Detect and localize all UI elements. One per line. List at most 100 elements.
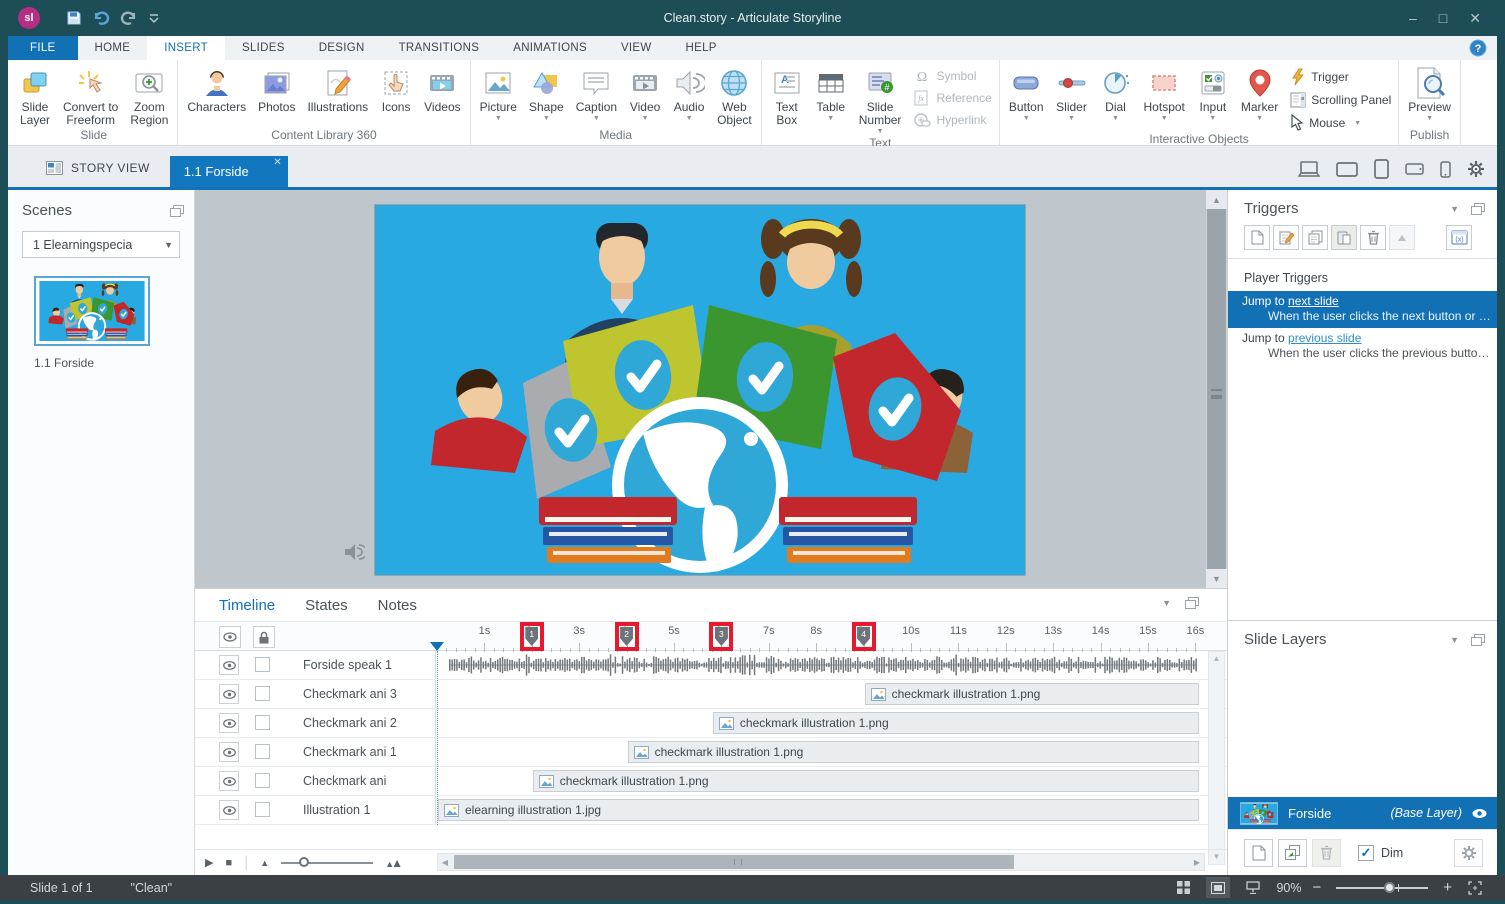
ribbon-button-picture[interactable]: Picture▼ — [474, 62, 523, 122]
ribbon-button-hotspot[interactable]: Hotspot▼ — [1138, 62, 1191, 122]
delete-layer-button[interactable] — [1312, 839, 1341, 867]
timeline-tab-states[interactable]: States — [305, 597, 348, 614]
menu-tab-slides[interactable]: SLIDES — [225, 36, 302, 60]
timeline-tab-timeline[interactable]: Timeline — [219, 597, 275, 614]
fit-to-window-icon[interactable] — [1463, 877, 1487, 898]
timeline-ruler[interactable]: 1s2s3s4s5s6s7s8s9s10s11s12s13s14s15s16s1… — [437, 622, 1205, 652]
maximize-button[interactable]: □ — [1439, 10, 1447, 27]
row-lock-checkbox[interactable] — [255, 773, 270, 788]
ribbon-button-audio[interactable]: Audio▼ — [667, 62, 711, 122]
show-hide-all-button[interactable] — [219, 626, 241, 648]
base-layer-row[interactable]: Forside (Base Layer) — [1228, 797, 1497, 829]
scroll-up-icon[interactable]: ▲ — [1206, 190, 1227, 209]
zoom-slider-knob[interactable] — [1384, 882, 1395, 893]
ribbon-button-mouse[interactable]: Mouse▼ — [1290, 114, 1391, 131]
row-visibility-eye-icon[interactable] — [219, 742, 239, 762]
timeline-object-bar[interactable]: checkmark illustration 1.png — [533, 770, 1199, 792]
ribbon-button-marker[interactable]: Marker▼ — [1235, 62, 1284, 122]
trigger-target-link[interactable]: previous slide — [1288, 331, 1361, 345]
row-visibility-eye-icon[interactable] — [219, 800, 239, 820]
playhead-marker[interactable] — [430, 642, 444, 651]
menu-tab-design[interactable]: DESIGN — [302, 36, 382, 60]
ribbon-button-convert-to-freeform[interactable]: Convert to Freeform — [57, 62, 124, 127]
ribbon-button-scrolling-panel[interactable]: Scrolling Panel — [1290, 92, 1391, 108]
panel-undock-icon[interactable] — [1471, 203, 1485, 215]
presenter-view-icon[interactable] — [1241, 877, 1265, 898]
panel-undock-icon[interactable] — [170, 205, 184, 217]
menu-tab-transitions[interactable]: TRANSITIONS — [382, 36, 497, 60]
timeline-object-bar[interactable]: elearning illustration 1.jpg — [438, 799, 1199, 821]
slide-canvas[interactable] — [375, 205, 1025, 575]
duplicate-layer-button[interactable] — [1278, 839, 1307, 867]
row-lock-checkbox[interactable] — [255, 657, 270, 672]
customize-quick-access-icon[interactable] — [148, 12, 160, 24]
row-visibility-eye-icon[interactable] — [219, 771, 239, 791]
ribbon-button-icons[interactable]: Icons — [374, 62, 418, 114]
layer-visibility-eye-icon[interactable] — [1472, 808, 1487, 819]
row-lock-checkbox[interactable] — [255, 686, 270, 701]
timeline-object-bar[interactable]: checkmark illustration 1.png — [865, 683, 1199, 705]
triggers-collapse-icon[interactable]: ▼ — [1450, 204, 1459, 214]
ribbon-button-videos[interactable]: Videos — [418, 62, 466, 114]
player-settings-gear-icon[interactable] — [1467, 160, 1485, 178]
menu-tab-help[interactable]: HELP — [669, 36, 734, 60]
row-visibility-eye-icon[interactable] — [219, 655, 239, 675]
save-icon[interactable] — [66, 10, 82, 26]
ribbon-button-characters[interactable]: Characters — [181, 62, 252, 114]
menu-tab-view[interactable]: VIEW — [604, 36, 669, 60]
row-lock-checkbox[interactable] — [255, 715, 270, 730]
timeline-object-bar[interactable]: checkmark illustration 1.png — [713, 712, 1199, 734]
tab-close-icon[interactable]: ✕ — [273, 157, 281, 168]
scroll-right-icon[interactable]: ▶ — [1190, 858, 1204, 867]
scene-selector-dropdown[interactable]: 1 Elearningspecia ▼ — [22, 231, 180, 258]
lock-all-button[interactable] — [253, 626, 275, 648]
row-lock-checkbox[interactable] — [255, 744, 270, 759]
new-layer-button[interactable] — [1244, 839, 1273, 867]
timeline-object-bar[interactable]: checkmark illustration 1.png — [628, 741, 1199, 763]
variables-button[interactable]: (x) — [1446, 225, 1472, 250]
ribbon-button-video[interactable]: Video▼ — [623, 62, 667, 122]
scrollbar-thumb[interactable] — [1207, 209, 1226, 569]
scroll-up-icon[interactable]: ▲ — [1209, 652, 1224, 666]
slide-thumbnail[interactable] — [34, 276, 150, 346]
trigger-target-link[interactable]: next slide — [1288, 294, 1339, 308]
slide-tab-forside[interactable]: 1.1 Forside ✕ — [170, 156, 288, 187]
stop-button[interactable]: ■ — [225, 857, 232, 869]
slide-layers-collapse-icon[interactable]: ▼ — [1450, 635, 1459, 645]
audio-waveform[interactable] — [449, 652, 1197, 678]
trigger-item[interactable]: Jump to previous slideWhen the user clic… — [1228, 328, 1497, 365]
preview-device-desktop-icon[interactable] — [1298, 161, 1320, 177]
ribbon-button-slider[interactable]: Slider▼ — [1050, 62, 1094, 122]
grid-view-icon[interactable] — [1171, 877, 1195, 898]
minimize-button[interactable]: – — [1409, 10, 1417, 27]
zoom-in-button[interactable]: + — [1443, 879, 1452, 896]
timeline-tab-notes[interactable]: Notes — [378, 597, 417, 614]
play-button[interactable]: ▶ — [205, 856, 213, 869]
close-button[interactable]: ✕ — [1469, 10, 1481, 27]
ribbon-button-table[interactable]: Table▼ — [809, 62, 853, 122]
copy-trigger-button[interactable] — [1302, 225, 1328, 250]
ribbon-button-slide-layer[interactable]: Slide Layer — [13, 62, 57, 127]
layer-properties-gear-icon[interactable] — [1454, 839, 1483, 867]
timeline-zoom-out-icon[interactable]: ▲ — [260, 858, 269, 868]
menu-tab-animations[interactable]: ANIMATIONS — [496, 36, 604, 60]
ribbon-button-slide-number[interactable]: #Slide Number▼ — [853, 62, 908, 135]
new-trigger-button[interactable] — [1244, 225, 1270, 250]
timeline-vertical-scrollbar[interactable]: ▲ ▼ — [1208, 651, 1225, 865]
ribbon-button-input[interactable]: Input▼ — [1191, 62, 1235, 122]
preview-device-phone-landscape-icon[interactable] — [1405, 163, 1424, 175]
preview-device-phone-portrait-icon[interactable] — [1440, 161, 1451, 178]
delete-trigger-button[interactable] — [1360, 225, 1386, 250]
scroll-down-icon[interactable]: ▼ — [1206, 569, 1227, 588]
panel-undock-icon[interactable] — [1185, 597, 1199, 609]
cue-point-annotation-3[interactable]: 3 — [709, 622, 733, 651]
ribbon-button-text-box[interactable]: AText Box — [765, 62, 809, 127]
ribbon-button-web-object[interactable]: Web Object — [711, 62, 758, 127]
panel-undock-icon[interactable] — [1471, 634, 1485, 646]
audio-speaker-icon[interactable] — [343, 542, 365, 562]
timeline-collapse-icon[interactable]: ▼ — [1162, 598, 1171, 608]
timeline-zoom-slider[interactable] — [281, 862, 373, 864]
ribbon-button-trigger[interactable]: Trigger — [1290, 68, 1391, 86]
menu-tab-insert[interactable]: INSERT — [147, 36, 225, 60]
ribbon-button-illustrations[interactable]: Illustrations — [301, 62, 374, 114]
